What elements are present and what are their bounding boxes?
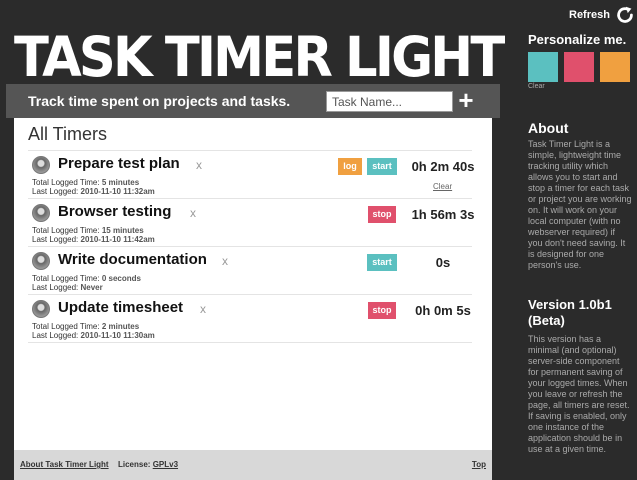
stop-button[interactable]: stop [368,302,396,319]
add-task-button[interactable]: + [453,87,479,114]
log-button[interactable]: log [338,158,362,175]
clear-timer-link[interactable]: Clear [433,182,452,191]
last-logged: Last Logged: 2010-11-10 11:32am [32,187,155,196]
footer: About Task Timer Light License: GPLv3 To… [14,450,492,480]
swatch-orange[interactable] [600,52,630,82]
version-title: Version 1.0b1 (Beta) [528,297,612,328]
total-logged-time: Total Logged Time: 2 minutes [32,322,139,331]
last-logged-value: 2010-11-10 11:42am [80,235,155,244]
timer-row: Browser testing x Total Logged Time: 15 … [28,199,474,247]
last-logged-label: Last Logged: [32,187,79,196]
app-title: TASK TIMER LIGHT [14,25,505,89]
timer-row: Prepare test plan x Total Logged Time: 5… [28,151,474,199]
timer-name: Write documentation [58,251,207,268]
total-logged-label: Total Logged Time: [32,178,100,187]
timer-clock-icon [32,204,50,222]
last-logged-label: Last Logged: [32,283,79,292]
start-button[interactable]: start [367,158,397,175]
total-logged-label: Total Logged Time: [32,226,100,235]
timer-name: Browser testing [58,203,172,220]
version-text: This version has a minimal (and optional… [528,334,630,454]
delete-timer-button[interactable]: x [200,302,206,316]
last-logged: Last Logged: 2010-11-10 11:30am [32,331,155,340]
total-logged-value: 15 minutes [101,226,144,235]
last-logged: Last Logged: 2010-11-10 11:42am [32,235,155,244]
timer-name: Prepare test plan [58,155,180,172]
last-logged: Last Logged: Never [32,283,103,292]
clear-theme-link[interactable]: Clear [528,83,545,90]
timer-name: Update timesheet [58,299,184,316]
timers-panel: All Timers Prepare test plan x Total Log… [14,118,492,450]
last-logged-label: Last Logged: [32,331,79,340]
timer-row: Write documentation x Total Logged Time:… [28,247,472,295]
total-logged-time: Total Logged Time: 15 minutes [32,226,144,235]
license-link[interactable]: GPLv3 [153,460,178,469]
delete-timer-button[interactable]: x [196,158,202,172]
timer-clock-icon [32,252,50,270]
total-logged-time: Total Logged Time: 0 seconds [32,274,141,283]
refresh-icon [617,6,633,23]
last-logged-label: Last Logged: [32,235,79,244]
page-title: All Timers [28,124,108,144]
total-logged-label: Total Logged Time: [32,322,100,331]
timer-clock-icon [32,156,50,174]
delete-timer-button[interactable]: x [190,206,196,220]
task-bar: Track time spent on projects and tasks. … [6,84,500,118]
timer-elapsed: 1h 56m 3s [411,207,475,222]
refresh-button[interactable]: Refresh [569,4,636,26]
license-info: License: GPLv3 [118,460,178,469]
personalize-title: Personalize me. [528,32,627,47]
stop-button[interactable]: stop [368,206,396,223]
color-swatches [528,52,630,82]
timer-clock-icon [32,300,50,318]
total-logged-value: 2 minutes [101,322,140,331]
last-logged-value: 2010-11-10 11:30am [80,331,155,340]
total-logged-label: Total Logged Time: [32,274,100,283]
swatch-teal[interactable] [528,52,558,82]
timer-list: Prepare test plan x Total Logged Time: 5… [28,150,474,343]
tagline: Track time spent on projects and tasks. [28,93,291,109]
last-logged-value: Never [80,283,103,292]
timer-row: Update timesheet x Total Logged Time: 2 … [28,295,472,343]
refresh-label: Refresh [569,9,610,21]
start-button[interactable]: start [367,254,397,271]
about-title: About [528,120,569,136]
swatch-pink[interactable] [564,52,594,82]
delete-timer-button[interactable]: x [222,254,228,268]
about-link[interactable]: About Task Timer Light [20,460,109,469]
timer-elapsed: 0s [435,255,451,270]
last-logged-value: 2010-11-10 11:32am [80,187,155,196]
timer-elapsed: 0h 0m 5s [415,303,471,318]
license-label: License: [118,460,151,469]
about-text: Task Timer Light is a simple, lightweigh… [528,139,632,270]
top-link[interactable]: Top [472,460,486,469]
timer-elapsed: 0h 2m 40s [411,159,475,174]
total-logged-value: 5 minutes [101,178,140,187]
total-logged-value: 0 seconds [101,274,141,283]
total-logged-time: Total Logged Time: 5 minutes [32,178,139,187]
task-name-input[interactable] [326,91,453,112]
